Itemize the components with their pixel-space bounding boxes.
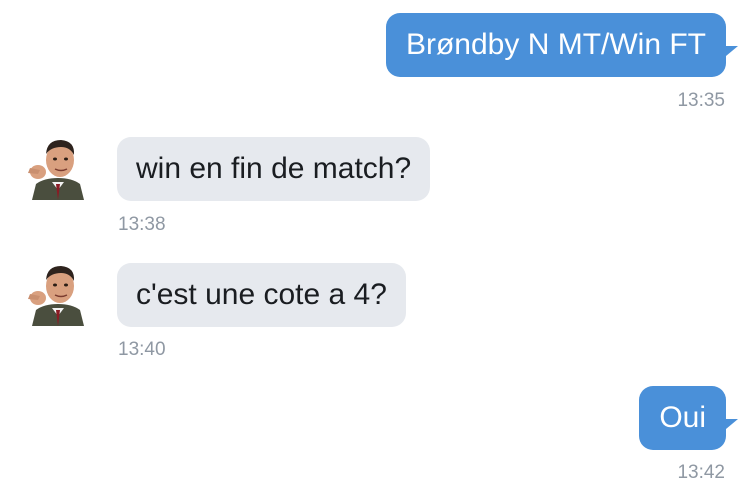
message-bubble[interactable]: Brøndby N MT/Win FT	[385, 13, 726, 77]
message-timestamp: 13:38	[118, 214, 166, 235]
message-bubble[interactable]: Oui	[639, 386, 726, 450]
message-timestamp: 13:35	[677, 90, 725, 111]
message-bubble[interactable]: c'est une cote a 4?	[117, 263, 406, 327]
user-avatar[interactable]	[24, 258, 92, 326]
message-timestamp: 13:42	[677, 462, 725, 483]
message-bubble[interactable]: win en fin de match?	[117, 137, 431, 201]
bubble-tail	[726, 419, 738, 429]
user-avatar[interactable]	[24, 132, 92, 200]
message-timestamp: 13:40	[118, 339, 166, 360]
bubble-tail	[726, 46, 738, 56]
avatar-image	[24, 132, 92, 200]
avatar-image	[24, 258, 92, 326]
